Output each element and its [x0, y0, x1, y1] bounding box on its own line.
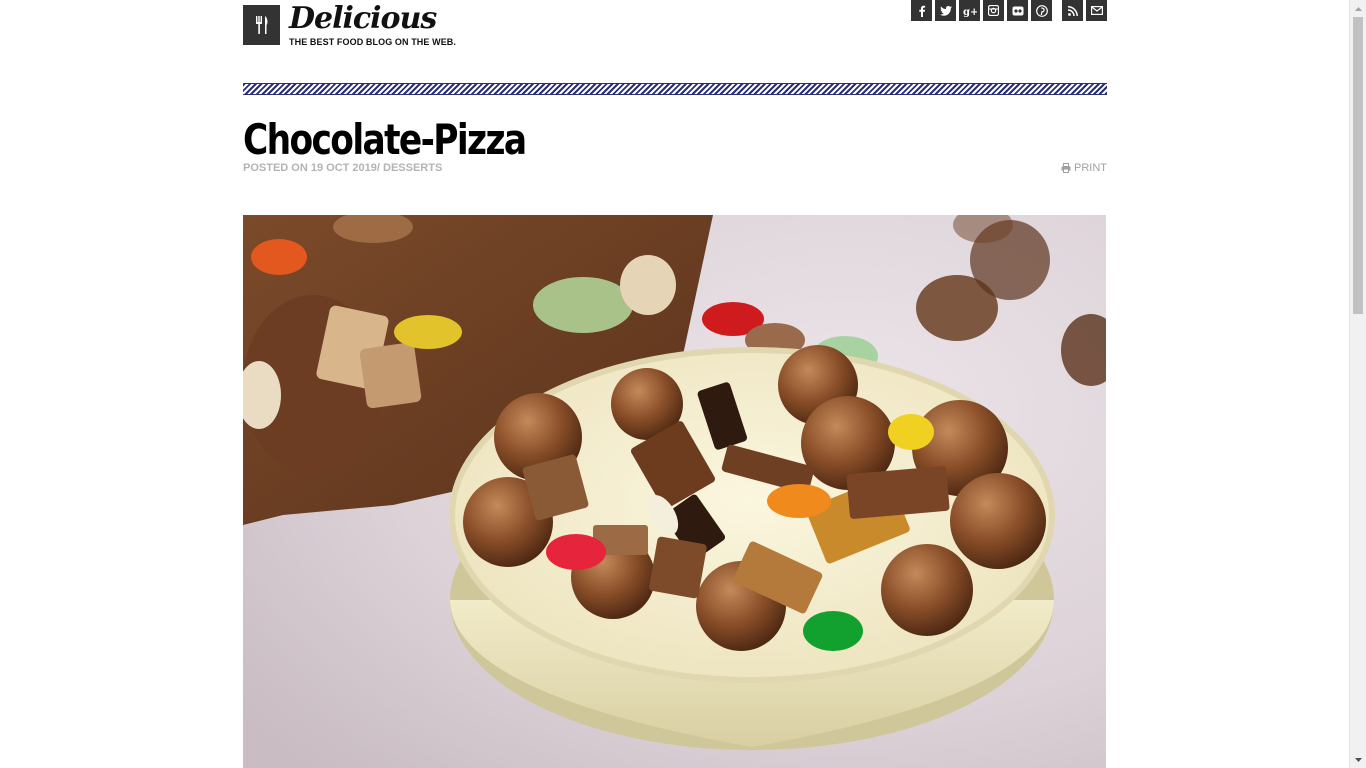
post-title: Chocolate-Pizza	[243, 115, 527, 164]
post-meta: POSTED ON 19 Oct 2019/ DESSERTS	[243, 162, 442, 174]
post-date: 19 Oct 2019/	[310, 162, 383, 174]
vertical-scrollbar[interactable]	[1349, 0, 1366, 768]
pinterest-icon[interactable]	[1031, 0, 1052, 21]
rss-icon[interactable]	[1062, 0, 1083, 21]
brand-name[interactable]: Delicious	[289, 2, 456, 36]
brand[interactable]: Delicious THE BEST FOOD BLOG ON THE WEB.	[289, 2, 456, 48]
printer-icon	[1061, 163, 1071, 173]
print-label: PRINT	[1074, 162, 1107, 174]
header-divider-stripe	[243, 83, 1107, 95]
scroll-down-arrow-icon[interactable]	[1350, 751, 1366, 768]
instagram-icon[interactable]	[983, 0, 1004, 21]
google-plus-icon[interactable]: g+	[959, 0, 980, 21]
scrollbar-thumb[interactable]	[1353, 17, 1363, 314]
social-links: g+	[908, 0, 1107, 21]
email-icon[interactable]	[1086, 0, 1107, 21]
svg-text:g+: g+	[963, 7, 977, 17]
flickr-icon[interactable]	[1007, 0, 1028, 21]
post-featured-image	[243, 215, 1106, 768]
posted-on-label: POSTED ON	[243, 162, 311, 174]
print-button[interactable]: PRINT	[1061, 162, 1107, 174]
logo-box[interactable]	[243, 5, 280, 45]
fork-knife-icon	[255, 16, 267, 34]
scroll-up-arrow-icon[interactable]	[1350, 0, 1366, 17]
facebook-icon[interactable]	[911, 0, 932, 21]
tagline: THE BEST FOOD BLOG ON THE WEB.	[289, 37, 456, 47]
twitter-icon[interactable]	[935, 0, 956, 21]
post-category-link[interactable]: DESSERTS	[383, 162, 442, 174]
